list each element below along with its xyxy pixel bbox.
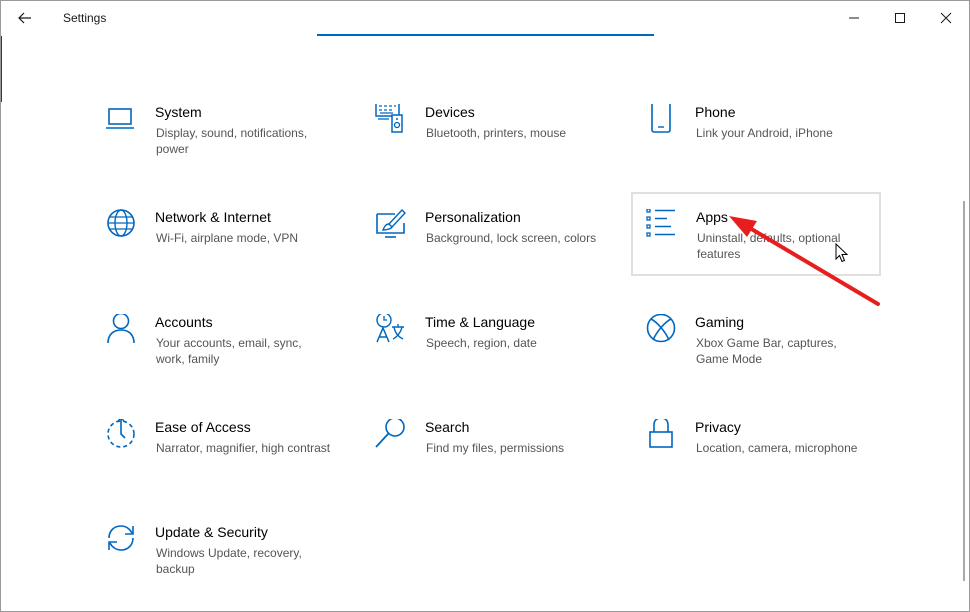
tile-description: Background, lock screen, colors — [426, 231, 597, 245]
settings-window: Settings System Display, sound, notifica… — [0, 0, 970, 612]
tile-system[interactable]: System Display, sound, notifications, po… — [105, 104, 355, 188]
tile-description: Windows Update, recovery, backup — [156, 546, 302, 576]
tile-title: Network & Internet — [155, 209, 271, 225]
tile-title: Privacy — [695, 419, 741, 435]
scrollbar[interactable] — [963, 201, 965, 581]
tile-ease-of-access[interactable]: Ease of Access Narrator, magnifier, high… — [105, 419, 355, 503]
sync-icon — [108, 525, 134, 551]
paint-brush-icon — [376, 209, 406, 238]
title-bar: Settings — [1, 1, 969, 35]
close-button[interactable] — [923, 1, 969, 35]
tile-title: Personalization — [425, 209, 521, 225]
close-icon — [940, 12, 952, 24]
tile-devices[interactable]: Devices Bluetooth, printers, mouse — [375, 104, 625, 188]
apps-list-icon — [646, 209, 675, 237]
tile-title: Ease of Access — [155, 419, 251, 435]
language-icon — [376, 314, 404, 343]
tile-personalization[interactable]: Personalization Background, lock screen,… — [375, 209, 625, 293]
maximize-icon — [895, 13, 905, 23]
tile-gaming[interactable]: Gaming Xbox Game Bar, captures, Game Mod… — [645, 314, 895, 398]
tile-update-security[interactable]: Update & Security Windows Update, recove… — [105, 524, 355, 608]
tile-description: Your accounts, email, sync, work, family — [156, 336, 302, 366]
lock-icon — [649, 419, 673, 448]
tile-description: Display, sound, notifications, power — [156, 126, 308, 156]
tile-description: Bluetooth, printers, mouse — [426, 126, 567, 140]
globe-icon — [107, 209, 135, 237]
tile-description: Link your Android, iPhone — [696, 126, 833, 140]
minimize-button[interactable] — [831, 1, 877, 35]
ease-of-access-icon — [107, 419, 135, 448]
search-box-edge[interactable] — [317, 34, 654, 36]
laptop-icon — [106, 108, 134, 129]
tile-network[interactable]: Network & Internet Wi-Fi, airplane mode,… — [105, 209, 355, 293]
tile-title: Search — [425, 419, 470, 435]
tile-description: Location, camera, microphone — [696, 441, 858, 455]
tile-title: Accounts — [155, 314, 213, 330]
left-edge-divider — [1, 36, 2, 102]
tile-title: Time & Language — [425, 314, 535, 330]
back-button[interactable] — [9, 5, 41, 31]
tile-accounts[interactable]: Accounts Your accounts, email, sync, wor… — [105, 314, 355, 398]
tile-title: Gaming — [695, 314, 745, 330]
person-icon — [107, 314, 135, 344]
tile-time-language[interactable]: Time & Language Speech, region, date — [375, 314, 625, 398]
annotation-arrow-icon — [729, 216, 880, 306]
xbox-icon — [646, 314, 676, 343]
tile-title: Update & Security — [155, 524, 268, 540]
tile-title: System — [155, 104, 202, 120]
tile-title: Phone — [695, 104, 736, 120]
tile-description: Speech, region, date — [426, 336, 537, 350]
tile-description: Wi-Fi, airplane mode, VPN — [156, 231, 299, 245]
tile-phone[interactable]: Phone Link your Android, iPhone — [645, 104, 895, 188]
phone-icon — [651, 104, 671, 133]
tile-description: Find my files, permissions — [426, 441, 565, 455]
maximize-button[interactable] — [877, 1, 923, 35]
search-icon — [375, 419, 405, 448]
tile-search[interactable]: Search Find my files, permissions — [375, 419, 625, 503]
tile-description: Xbox Game Bar, captures, Game Mode — [696, 336, 837, 366]
back-arrow-icon — [18, 12, 31, 24]
tile-privacy[interactable]: Privacy Location, camera, microphone — [645, 419, 895, 503]
tile-title: Devices — [425, 104, 475, 120]
minimize-icon — [849, 17, 859, 19]
tile-description: Narrator, magnifier, high contrast — [156, 441, 331, 455]
window-title: Settings — [63, 11, 107, 25]
devices-icon — [375, 104, 403, 133]
